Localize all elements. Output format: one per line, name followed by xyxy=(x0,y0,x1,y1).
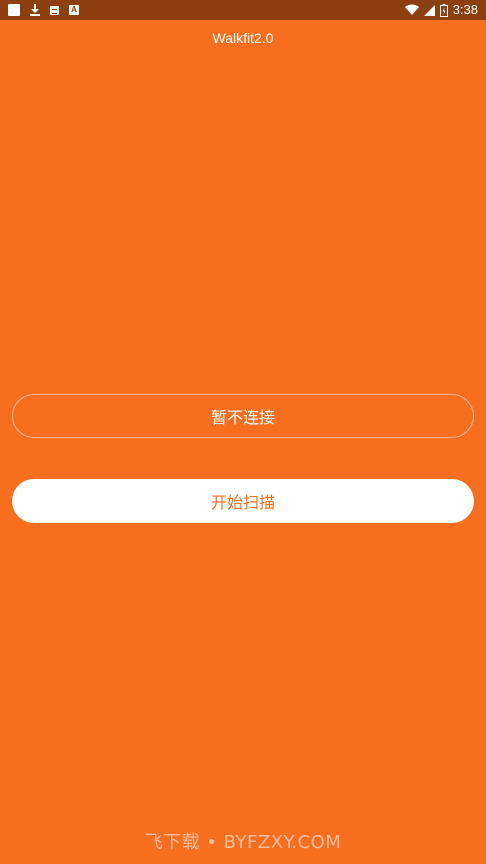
app-title: Walkfit2.0 xyxy=(212,30,274,46)
start-scan-button[interactable]: 开始扫描 xyxy=(12,479,474,523)
battery-icon xyxy=(439,3,448,17)
status-bar: A 3:38 xyxy=(0,0,486,20)
notification-square-icon xyxy=(8,4,20,16)
watermark: 飞下载 • BYFZXY.COM xyxy=(144,832,342,853)
status-time: 3:38 xyxy=(452,2,478,17)
sim-card-icon xyxy=(50,5,59,15)
skip-connect-button[interactable]: 暂不连接 xyxy=(12,394,474,438)
a-icon: A xyxy=(69,5,79,15)
wifi-icon xyxy=(404,4,419,15)
download-icon xyxy=(30,4,40,16)
signal-icon xyxy=(423,4,435,16)
status-left-icons: A xyxy=(8,3,79,17)
status-right-icons: 3:38 xyxy=(404,2,478,18)
